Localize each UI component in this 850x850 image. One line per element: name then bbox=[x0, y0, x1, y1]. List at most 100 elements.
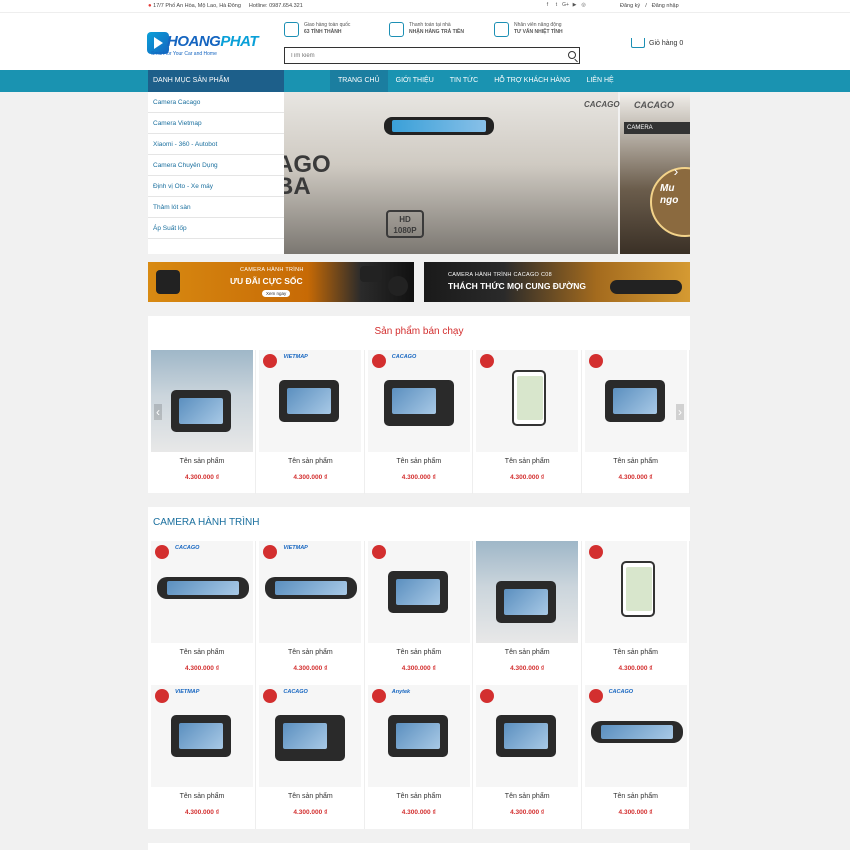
product-card[interactable]: Anytek Tên sản phẩm 4.300.000 ₫ bbox=[365, 685, 474, 829]
product-card[interactable]: Tên sản phẩm 4.300.000 ₫ bbox=[148, 350, 257, 494]
product-name[interactable]: Tên sản phẩm bbox=[582, 458, 690, 465]
product-image[interactable]: CACAGO bbox=[259, 685, 362, 787]
product-image[interactable]: Anytek bbox=[367, 685, 470, 787]
google-plus-icon[interactable]: G+ bbox=[562, 2, 569, 9]
dashcam-icon bbox=[157, 577, 249, 599]
product-card[interactable]: Tên sản phẩm 4.300.000 ₫ bbox=[473, 350, 582, 494]
product-name[interactable]: Tên sản phẩm bbox=[582, 793, 690, 800]
carousel-next-icon[interactable]: › bbox=[676, 404, 684, 420]
product-image[interactable]: CACAGO bbox=[584, 685, 687, 787]
product-name[interactable]: Tên sản phẩm bbox=[148, 649, 256, 656]
dashcam-image-3 bbox=[388, 276, 408, 296]
sidebar-item-xiaomi[interactable]: Xiaomi - 360 - Autobot bbox=[148, 134, 284, 155]
product-image[interactable]: VIETMAP bbox=[259, 350, 362, 452]
sidebar-item-tire-pressure[interactable]: Áp Suất lốp bbox=[148, 218, 284, 239]
product-name[interactable]: Tên sản phẩm bbox=[365, 649, 473, 656]
search-icon[interactable] bbox=[568, 51, 576, 59]
product-image[interactable] bbox=[584, 350, 687, 452]
login-link[interactable]: Đăng nhập bbox=[652, 3, 679, 9]
warranty-badge-icon bbox=[588, 689, 603, 703]
hotline-number[interactable]: 0987.654.321 bbox=[269, 3, 303, 9]
top-bar: ● 17/7 Phố An Hòa, Mộ Lao, Hà Đông Hotli… bbox=[0, 0, 850, 13]
instagram-icon[interactable]: ◎ bbox=[580, 2, 587, 9]
product-name[interactable]: Tên sản phẩm bbox=[148, 458, 256, 465]
youtube-icon[interactable]: ▶ bbox=[571, 2, 578, 9]
site-logo[interactable]: HOANGPHAT Smart for Your Car and Home bbox=[147, 32, 269, 58]
product-name[interactable]: Tên sản phẩm bbox=[582, 649, 690, 656]
product-name[interactable]: Tên sản phẩm bbox=[148, 793, 256, 800]
nav-about[interactable]: GIỚI THIỆU bbox=[388, 70, 442, 92]
product-image[interactable] bbox=[476, 541, 579, 643]
sidebar-item-camera-cacago[interactable]: Camera Cacago bbox=[148, 92, 284, 113]
cart-button[interactable]: Giỏ hàng 0 bbox=[631, 38, 683, 48]
nav-support[interactable]: HỖ TRỢ KHÁCH HÀNG bbox=[486, 70, 578, 92]
warranty-badge-icon bbox=[263, 689, 278, 703]
product-price: 4.300.000 ₫ bbox=[618, 474, 653, 481]
product-card[interactable]: CACAGO Tên sản phẩm 4.300.000 ₫ bbox=[256, 685, 365, 829]
best-sellers-section: Sản phẩm bán chạy Tên sản phẩm 4.300.000 … bbox=[148, 316, 690, 494]
product-card[interactable]: Tên sản phẩm 4.300.000 ₫ bbox=[365, 541, 474, 685]
product-name[interactable]: Tên sản phẩm bbox=[365, 793, 473, 800]
product-name[interactable]: Tên sản phẩm bbox=[256, 458, 364, 465]
slide-cacago-mirror: CACAGO AGO BA HD 1080P bbox=[284, 92, 620, 254]
carousel-prev-icon[interactable]: ‹ bbox=[154, 404, 162, 420]
product-card[interactable]: Tên sản phẩm 4.300.000 ₫ bbox=[473, 541, 582, 685]
logo-text: HOANGPHAT bbox=[167, 33, 259, 50]
next-section bbox=[148, 843, 690, 850]
product-name[interactable]: Tên sản phẩm bbox=[256, 649, 364, 656]
product-image[interactable] bbox=[584, 541, 687, 643]
product-card[interactable]: VIETMAP Tên sản phẩm 4.300.000 ₫ bbox=[148, 685, 257, 829]
section-title[interactable]: CAMERA HÀNH TRÌNH bbox=[153, 517, 260, 528]
product-card[interactable]: VIETMAP Tên sản phẩm 4.300.000 ₫ bbox=[256, 541, 365, 685]
product-image[interactable]: VIETMAP bbox=[151, 685, 253, 787]
slider-next-arrow-icon[interactable]: › bbox=[671, 162, 681, 180]
main-nav: DANH MỤC SẢN PHẨM TRANG CHỦ GIỚI THIỆU T… bbox=[0, 70, 850, 92]
register-link[interactable]: Đăng ký bbox=[620, 3, 640, 9]
product-card[interactable]: CACAGO Tên sản phẩm 4.300.000 ₫ bbox=[582, 685, 690, 829]
product-card[interactable]: Tên sản phẩm 4.300.000 ₫ bbox=[582, 350, 690, 494]
hero-slider[interactable]: CACAGO AGO BA HD 1080P CACAGO CAMERA Mu … bbox=[284, 92, 690, 254]
product-card[interactable]: VIETMAP Tên sản phẩm 4.300.000 ₫ bbox=[256, 350, 365, 494]
promo-banner-1[interactable]: CAMERA HÀNH TRÌNH ƯU ĐÃI CỰC SỐC Xem nga… bbox=[148, 262, 414, 302]
sidebar-item-gps[interactable]: Định vị Oto - Xe máy bbox=[148, 176, 284, 197]
twitter-icon[interactable]: t bbox=[553, 2, 560, 9]
product-price: 4.300.000 ₫ bbox=[293, 474, 328, 481]
search-input[interactable] bbox=[285, 48, 555, 63]
product-name[interactable]: Tên sản phẩm bbox=[473, 458, 581, 465]
auth-links: Đăng ký / Đăng nhập bbox=[620, 3, 679, 9]
warranty-badge-icon bbox=[371, 545, 386, 559]
product-card[interactable]: Tên sản phẩm 4.300.000 ₫ bbox=[473, 685, 582, 829]
slide-brand: CACAGO bbox=[584, 100, 620, 109]
nav-contact[interactable]: LIÊN HỆ bbox=[578, 70, 621, 92]
nav-home[interactable]: TRANG CHỦ bbox=[330, 70, 388, 92]
slide2-label: CAMERA bbox=[624, 122, 690, 134]
facebook-icon[interactable]: f bbox=[544, 2, 551, 9]
product-image[interactable]: VIETMAP bbox=[259, 541, 362, 643]
product-image[interactable] bbox=[151, 350, 253, 452]
dashcam-icon bbox=[171, 390, 231, 432]
feature-shipping: Giao hàng toàn quốc 63 TỈNH THÀNH bbox=[284, 22, 389, 37]
service-features: Giao hàng toàn quốc 63 TỈNH THÀNH Thanh t… bbox=[284, 22, 599, 37]
product-name[interactable]: Tên sản phẩm bbox=[365, 458, 473, 465]
product-card[interactable]: Tên sản phẩm 4.300.000 ₫ bbox=[582, 541, 690, 685]
product-name[interactable]: Tên sản phẩm bbox=[473, 793, 581, 800]
product-image[interactable] bbox=[476, 350, 579, 452]
product-name[interactable]: Tên sản phẩm bbox=[473, 649, 581, 656]
product-image[interactable]: CACAGO bbox=[151, 541, 253, 643]
product-image[interactable]: CACAGO bbox=[367, 350, 470, 452]
banner1-view-button[interactable]: Xem ngay bbox=[262, 290, 291, 297]
slide-headline: AGO BA bbox=[284, 151, 331, 200]
product-image[interactable] bbox=[367, 541, 470, 643]
dashcam-icon bbox=[496, 715, 557, 757]
promo-banner-2[interactable]: CAMERA HÀNH TRÌNH CACAGO C08 THÁCH THỨC … bbox=[424, 262, 690, 302]
product-name[interactable]: Tên sản phẩm bbox=[256, 793, 364, 800]
product-image[interactable] bbox=[476, 685, 579, 787]
category-menu-toggle[interactable]: DANH MỤC SẢN PHẨM bbox=[148, 70, 284, 92]
product-card[interactable]: CACAGO Tên sản phẩm 4.300.000 ₫ bbox=[365, 350, 474, 494]
sidebar-item-special-camera[interactable]: Camera Chuyên Dụng bbox=[148, 155, 284, 176]
sidebar-item-camera-vietmap[interactable]: Camera Vietmap bbox=[148, 113, 284, 134]
nav-news[interactable]: TIN TỨC bbox=[442, 70, 486, 92]
sidebar-item-floor-mats[interactable]: Thảm lót sàn bbox=[148, 197, 284, 218]
warranty-badge-icon bbox=[263, 354, 278, 368]
product-card[interactable]: CACAGO Tên sản phẩm 4.300.000 ₫ bbox=[148, 541, 257, 685]
